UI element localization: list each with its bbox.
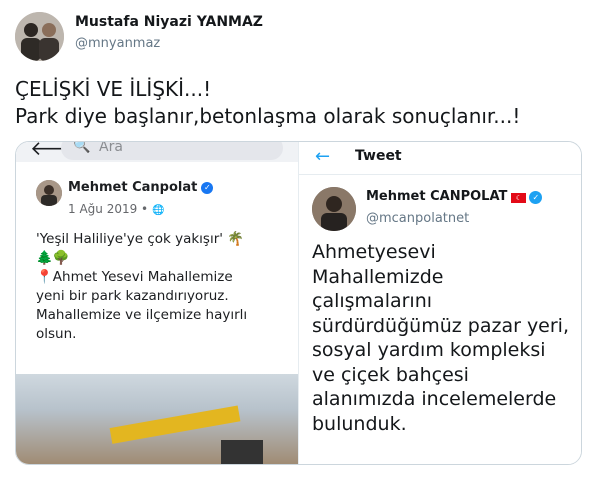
body-line: ve çiçek bahçesi bbox=[312, 363, 469, 386]
search-placeholder: Ara bbox=[99, 141, 123, 155]
body-line: alanımızda incelemelerde bbox=[312, 388, 557, 410]
twitter-author-name: Mehmet CANPOLAT ☾ ✓ bbox=[366, 189, 543, 204]
globe-icon: 🌐 bbox=[151, 205, 165, 216]
twitter-body-text: Ahmetyesevi Mahallemizde çalışmalarını s… bbox=[312, 240, 580, 436]
search-icon: 🔍 bbox=[73, 141, 91, 154]
post-line: 🌲🌳 bbox=[36, 250, 70, 266]
avatar-photo bbox=[15, 12, 64, 61]
twitter-author-handle: @mcanpolatnet bbox=[366, 211, 470, 226]
facebook-author-name-text: Mehmet Canpolat bbox=[68, 180, 198, 195]
post-line: 📍Ahmet Yesevi Mahallemize bbox=[36, 269, 233, 285]
body-line: sürdürdüğümüz pazar yeri, bbox=[312, 314, 570, 337]
verified-icon: ✓ bbox=[201, 182, 214, 194]
facebook-top-bar: 🡐 🔍 Ara bbox=[16, 142, 298, 162]
twitter-author-name-text: Mehmet CANPOLAT bbox=[366, 189, 508, 204]
twitter-author-avatar bbox=[312, 187, 356, 231]
twitter-screenshot: ← Tweet Mehmet CANPOLAT ☾ ✓ @mcanpolatnet … bbox=[298, 142, 581, 464]
author-name[interactable]: Mustafa Niyazi YANMAZ bbox=[75, 14, 263, 30]
body-line: Ahmetyesevi bbox=[312, 241, 436, 263]
facebook-avatar-photo bbox=[36, 180, 62, 206]
facebook-post-date: 1 Ağu 2019 • 🌐 bbox=[68, 202, 164, 216]
body-line: sosyal yardım kompleksi bbox=[312, 339, 546, 361]
tweet-media-image[interactable]: 🡐 🔍 Ara Mehmet Canpolat ✓ 1 Ağu 2019 • 🌐 … bbox=[15, 141, 582, 465]
facebook-date-text: 1 Ağu 2019 • bbox=[68, 202, 149, 216]
twitter-header: ← Tweet bbox=[299, 142, 581, 175]
author-handle[interactable]: @mnyanmaz bbox=[75, 36, 160, 51]
post-line: Mahallemize ve ilçemize hayırlı bbox=[36, 307, 248, 323]
verified-icon: ✓ bbox=[529, 191, 543, 204]
excavator-cab bbox=[221, 440, 263, 464]
body-line: Mahallemizde bbox=[312, 265, 444, 288]
twitter-header-title: Tweet bbox=[355, 148, 402, 164]
post-line: yeni bir park kazandırıyoruz. bbox=[36, 288, 229, 304]
twitter-avatar-photo bbox=[312, 187, 356, 231]
facebook-screenshot: 🡐 🔍 Ara Mehmet Canpolat ✓ 1 Ağu 2019 • 🌐 … bbox=[16, 142, 298, 464]
body-line: çalışmalarını bbox=[312, 290, 433, 312]
post-line: olsun. bbox=[36, 326, 77, 342]
facebook-author-avatar bbox=[36, 180, 62, 206]
post-line: 'Yeşil Haliliye'ye çok yakışır' 🌴 bbox=[36, 231, 245, 247]
tweet-text: ÇELİŞKİ VE İLİŞKİ...! Park diye başlanır… bbox=[15, 77, 521, 128]
author-avatar[interactable] bbox=[15, 12, 64, 61]
body-line: bulunduk. bbox=[312, 412, 407, 435]
facebook-post-text: 'Yeşil Haliliye'ye çok yakışır' 🌴 🌲🌳 📍Ah… bbox=[36, 230, 281, 344]
back-arrow-icon: ← bbox=[315, 146, 331, 167]
facebook-author-name: Mehmet Canpolat ✓ bbox=[68, 180, 214, 195]
turkey-flag-icon: ☾ bbox=[511, 193, 527, 203]
facebook-search-bar: 🔍 Ara bbox=[61, 141, 283, 160]
